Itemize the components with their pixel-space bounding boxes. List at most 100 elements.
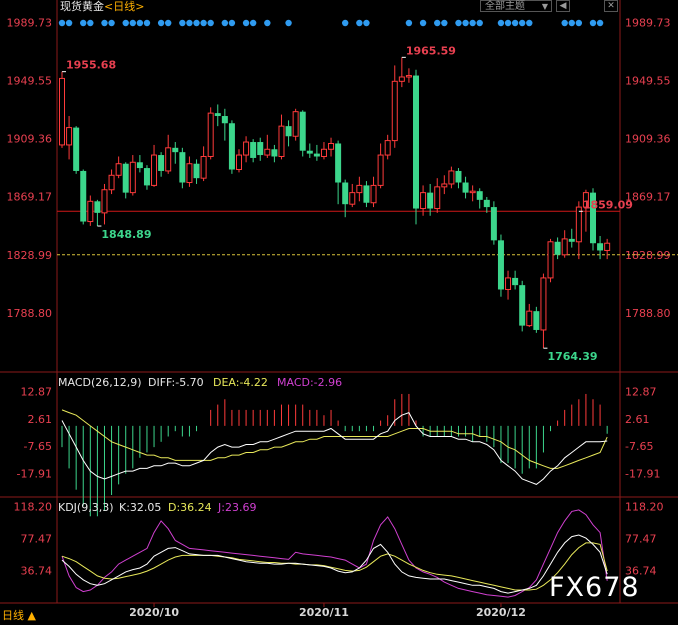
event-dot (136, 19, 144, 27)
event-dot (455, 19, 462, 27)
macd-tick-label-left: -7.65 (24, 440, 52, 453)
event-dot (596, 19, 604, 27)
candle-body (384, 140, 391, 156)
candle-body (398, 76, 405, 82)
candle-body (143, 168, 150, 186)
event-dot (589, 19, 597, 27)
candle-body (292, 111, 299, 137)
event-dot (476, 19, 483, 27)
candle-body (66, 127, 73, 146)
event-dot (519, 19, 526, 27)
macd-tick-label-right: 12.87 (625, 386, 657, 399)
event-dot (80, 19, 87, 27)
kdj-k-line (61, 534, 608, 594)
candle-body (94, 201, 101, 213)
kdj-j-label: J:23.69 (217, 501, 256, 514)
x-tick-label: 2020/11 (299, 606, 349, 619)
candle-body (462, 182, 469, 193)
candle-body (561, 238, 568, 256)
candle-body (136, 162, 143, 169)
candle-body (328, 142, 335, 150)
candle-body (420, 192, 427, 210)
macd-tick-label-left: -17.91 (17, 467, 52, 480)
kdj-j-line (61, 509, 608, 598)
candle-body (214, 113, 221, 117)
event-dot (285, 19, 292, 27)
event-dot (165, 19, 172, 27)
candle-body (165, 147, 172, 172)
candle-body (236, 154, 242, 171)
candle-body (313, 153, 320, 157)
candle-body (228, 123, 235, 170)
event-dot (122, 19, 129, 27)
candle-body (243, 141, 250, 156)
close-icon[interactable]: ✕ (604, 0, 618, 12)
candle-body (179, 152, 186, 183)
event-dot (469, 19, 476, 27)
candle-body (221, 116, 228, 124)
candle-body (597, 243, 604, 251)
event-dot (264, 19, 271, 27)
macd-name-label: MACD(26,12,9) (58, 376, 142, 389)
event-dot (249, 19, 257, 27)
candle-body (505, 277, 512, 290)
arrow-left-icon[interactable]: ◀ (556, 0, 570, 12)
candle-body (320, 148, 327, 157)
candle-body (405, 75, 412, 78)
price-tick-label-left: 1828.99 (7, 249, 53, 262)
event-dot (207, 19, 214, 27)
theme-dropdown[interactable]: 全部主题 ▼ (480, 0, 552, 12)
event-dot (108, 19, 115, 27)
candle-body (59, 77, 65, 146)
event-dot (342, 19, 349, 27)
period-selector[interactable]: <日线> (104, 0, 144, 13)
kdj-tick-label-left: 77.47 (21, 533, 53, 546)
brand-watermark: FX678 (549, 572, 640, 603)
event-dot (356, 19, 363, 27)
candle-body (207, 112, 214, 157)
candle-body (349, 192, 356, 205)
event-dot (462, 19, 469, 27)
candle-body (250, 142, 257, 158)
candle-body (271, 149, 278, 157)
event-dot (157, 19, 165, 27)
candle-body (448, 170, 455, 185)
price-annotation: 1764.39 (547, 350, 597, 363)
price-tick-label-right: 1909.36 (625, 133, 671, 146)
price-tick-label-right: 1989.73 (625, 16, 671, 29)
event-dot (186, 19, 193, 27)
candle-body (497, 240, 504, 290)
candle-body (356, 184, 363, 194)
x-tick-label: 2020/10 (129, 606, 179, 619)
event-dot (526, 19, 533, 27)
period-toggle[interactable]: 日线 ▲ (2, 607, 36, 623)
price-annotation: 1965.59 (406, 44, 456, 57)
candle-body (151, 154, 158, 186)
candle-body (129, 161, 136, 194)
chart-canvas[interactable]: 1989.73 1989.73 1949.55 1949.55 1909.36 1909.… (0, 0, 678, 625)
event-dot (242, 19, 250, 27)
candle-body (115, 163, 122, 176)
event-dot (363, 19, 370, 27)
candle-body (299, 111, 306, 151)
event-dot (58, 19, 66, 27)
candle-body (108, 174, 115, 191)
macd-diff-line (61, 411, 608, 485)
macd-macd-label: MACD:-2.96 (277, 376, 342, 389)
kdj-tick-label-left: 36.74 (21, 565, 53, 578)
candle-body (512, 277, 519, 286)
candle-body (575, 206, 582, 243)
event-dot (129, 19, 136, 27)
candle-body (370, 184, 377, 204)
candle-body (363, 185, 370, 203)
price-tick-label-left: 1909.36 (7, 133, 53, 146)
candle-body (533, 311, 540, 330)
event-dot (179, 19, 186, 27)
price-tick-label-left: 1989.73 (7, 16, 53, 29)
event-dot (504, 19, 512, 27)
event-dot (193, 19, 200, 27)
kdj-name-label: KDJ(9,3,3) (58, 501, 114, 514)
macd-diff-label: DIFF:-5.70 (148, 376, 204, 389)
candle-body (278, 125, 285, 157)
candle-body (377, 154, 384, 186)
